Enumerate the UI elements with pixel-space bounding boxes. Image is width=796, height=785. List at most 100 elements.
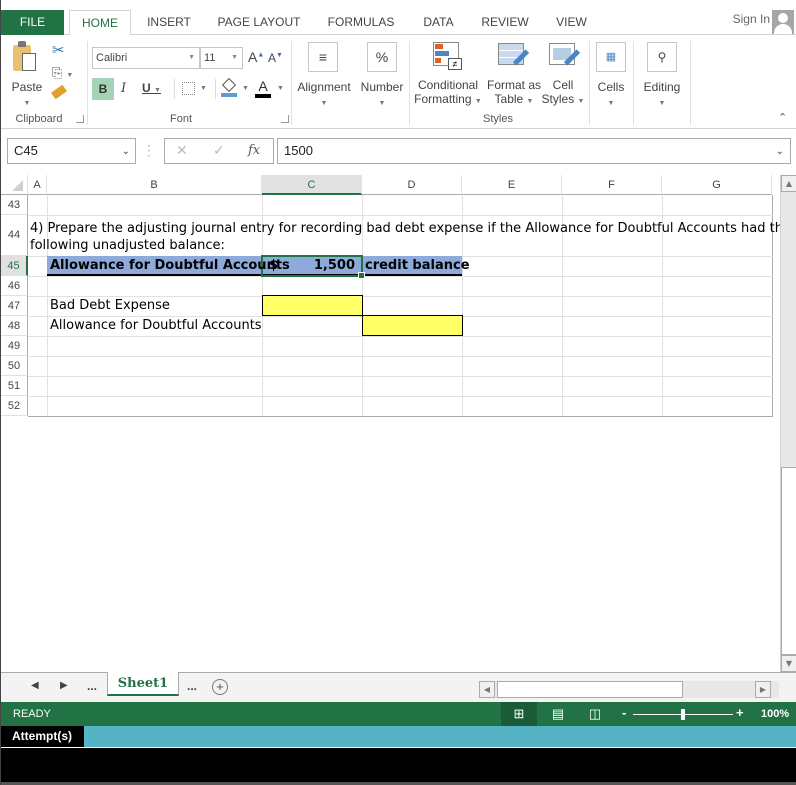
format-as-table-icon[interactable] bbox=[498, 43, 530, 73]
row-header-52[interactable]: 52 bbox=[1, 396, 28, 416]
horizontal-scroll-thumb[interactable] bbox=[497, 681, 683, 698]
row-header-48[interactable]: 48 bbox=[1, 316, 28, 336]
tab-page-layout[interactable]: PAGE LAYOUT bbox=[213, 10, 305, 35]
spreadsheet-grid[interactable]: A B C D E F G 43 44 45 46 47 48 49 50 51… bbox=[1, 175, 791, 672]
column-header-e[interactable]: E bbox=[462, 175, 562, 195]
sheets-ellipsis-right[interactable]: ... bbox=[187, 679, 197, 693]
cancel-icon[interactable]: ✕ bbox=[176, 143, 188, 159]
column-header-f[interactable]: F bbox=[562, 175, 662, 195]
sheets-ellipsis-left[interactable]: ... bbox=[87, 679, 97, 693]
page-break-view-icon[interactable]: ◫ bbox=[577, 702, 613, 726]
formula-bar-grip-icon[interactable]: · · · bbox=[147, 140, 151, 162]
conditional-formatting-icon[interactable]: ≠ bbox=[433, 42, 463, 72]
font-name-select[interactable]: Calibri ▼ bbox=[92, 47, 200, 69]
column-header-c[interactable]: C bbox=[262, 175, 362, 195]
input-cell-d48[interactable] bbox=[362, 315, 463, 336]
font-color-icon[interactable]: A bbox=[255, 78, 271, 98]
conditional-formatting-button[interactable]: Conditional Formatting ▼ bbox=[413, 78, 483, 109]
row-header-51[interactable]: 51 bbox=[1, 376, 28, 396]
row-header-50[interactable]: 50 bbox=[1, 356, 28, 376]
column-header-g[interactable]: G bbox=[662, 175, 772, 195]
row-header-43[interactable]: 43 bbox=[1, 195, 28, 215]
tab-home[interactable]: HOME bbox=[69, 10, 131, 36]
normal-view-icon[interactable]: ⊞ bbox=[501, 702, 537, 726]
zoom-out-icon[interactable]: - bbox=[622, 705, 626, 720]
number-button[interactable]: Number ▼ bbox=[357, 80, 407, 111]
add-sheet-icon[interactable]: + bbox=[212, 679, 228, 695]
borders-icon[interactable] bbox=[182, 82, 195, 95]
column-header-a[interactable]: A bbox=[28, 175, 47, 195]
tab-insert[interactable]: INSERT bbox=[139, 10, 199, 35]
format-as-table-button[interactable]: Format as Table ▼ bbox=[485, 78, 543, 109]
font-size-select[interactable]: 11 ▼ bbox=[200, 47, 243, 69]
cut-icon[interactable]: ✂ bbox=[52, 41, 65, 59]
cell-b47: Bad Debt Expense bbox=[50, 298, 170, 313]
row-gridline bbox=[28, 416, 773, 417]
font-color-dropdown[interactable]: ▼ bbox=[277, 85, 284, 92]
tab-view[interactable]: VIEW bbox=[549, 10, 594, 35]
paste-button[interactable]: Paste ▼ bbox=[9, 80, 45, 111]
collapse-ribbon-icon[interactable]: ⌃ bbox=[778, 111, 787, 124]
row-header-49[interactable]: 49 bbox=[1, 336, 28, 356]
row-header-44[interactable]: 44 bbox=[1, 215, 28, 256]
increase-font-icon[interactable]: A▲ bbox=[248, 49, 264, 65]
format-painter-icon[interactable] bbox=[50, 84, 68, 100]
zoom-slider-thumb[interactable] bbox=[681, 709, 685, 720]
bottom-panel bbox=[1, 748, 796, 782]
tab-file[interactable]: FILE bbox=[1, 10, 64, 35]
attempts-bar: Attempt(s) bbox=[1, 726, 796, 747]
bold-button[interactable]: B bbox=[92, 78, 114, 100]
column-header-b[interactable]: B bbox=[47, 175, 262, 195]
borders-dropdown[interactable]: ▼ bbox=[200, 85, 207, 92]
tab-formulas[interactable]: FORMULAS bbox=[319, 10, 403, 35]
clipboard-launcher-icon[interactable] bbox=[76, 115, 84, 123]
zoom-level[interactable]: 100% bbox=[761, 708, 789, 720]
row-gridline bbox=[28, 356, 773, 357]
group-divider bbox=[690, 41, 691, 125]
alignment-icon[interactable]: ≡ bbox=[308, 42, 338, 72]
scroll-right-icon[interactable]: ▶ bbox=[755, 681, 771, 698]
vertical-scrollbar[interactable]: ▲ ▼ bbox=[780, 175, 796, 672]
italic-button[interactable]: I bbox=[121, 81, 126, 96]
find-binoculars-icon[interactable]: ⚲ bbox=[647, 42, 677, 72]
scroll-up-icon[interactable]: ▲ bbox=[781, 175, 796, 192]
cell-styles-icon[interactable] bbox=[549, 43, 581, 73]
zoom-in-icon[interactable]: + bbox=[736, 705, 744, 720]
input-cell-c47[interactable] bbox=[262, 295, 363, 316]
row-header-46[interactable]: 46 bbox=[1, 276, 28, 296]
user-avatar-icon[interactable] bbox=[772, 10, 794, 34]
tab-data[interactable]: DATA bbox=[416, 10, 461, 35]
formula-input[interactable]: 1500 ⌄ bbox=[277, 138, 791, 164]
number-format-icon[interactable]: % bbox=[367, 42, 397, 72]
row-header-47[interactable]: 47 bbox=[1, 296, 28, 316]
group-divider bbox=[633, 41, 634, 125]
prev-sheet-icon[interactable]: ◀ bbox=[31, 680, 39, 691]
cells-button[interactable]: Cells ▼ bbox=[591, 80, 631, 111]
scroll-left-icon[interactable]: ◀ bbox=[479, 681, 495, 698]
decrease-font-icon[interactable]: A▼ bbox=[268, 51, 283, 65]
paste-icon[interactable] bbox=[13, 41, 39, 73]
insert-function-icon[interactable]: fx bbox=[248, 143, 260, 158]
copy-icon[interactable]: ⎘ ▼ bbox=[52, 65, 73, 81]
name-box[interactable]: C45 ⌄ bbox=[7, 138, 136, 164]
sheet-tab-sheet1[interactable]: Sheet1 bbox=[107, 672, 179, 696]
scroll-down-icon[interactable]: ▼ bbox=[781, 655, 796, 672]
tab-review[interactable]: REVIEW bbox=[476, 10, 534, 35]
column-header-d[interactable]: D bbox=[362, 175, 462, 195]
next-sheet-icon[interactable]: ▶ bbox=[60, 680, 68, 691]
fill-color-icon[interactable] bbox=[221, 77, 237, 97]
font-launcher-icon[interactable] bbox=[281, 115, 289, 123]
page-layout-view-icon[interactable]: ▤ bbox=[540, 702, 576, 726]
row-header-45[interactable]: 45 bbox=[1, 256, 28, 276]
horizontal-scrollbar[interactable]: ◀ ▶ bbox=[479, 681, 779, 698]
cells-icon[interactable]: ▦ bbox=[596, 42, 626, 72]
cell-styles-button[interactable]: Cell Styles ▼ bbox=[541, 78, 585, 109]
underline-button[interactable]: U ▼ bbox=[142, 81, 161, 95]
editing-button[interactable]: Editing ▼ bbox=[639, 80, 685, 111]
select-all-button[interactable] bbox=[1, 175, 28, 195]
sign-in-link[interactable]: Sign In bbox=[733, 12, 770, 26]
vertical-scroll-thumb[interactable] bbox=[781, 467, 796, 655]
enter-icon[interactable]: ✓ bbox=[213, 143, 225, 159]
alignment-button[interactable]: Alignment ▼ bbox=[294, 80, 354, 111]
fill-color-dropdown[interactable]: ▼ bbox=[242, 85, 249, 92]
